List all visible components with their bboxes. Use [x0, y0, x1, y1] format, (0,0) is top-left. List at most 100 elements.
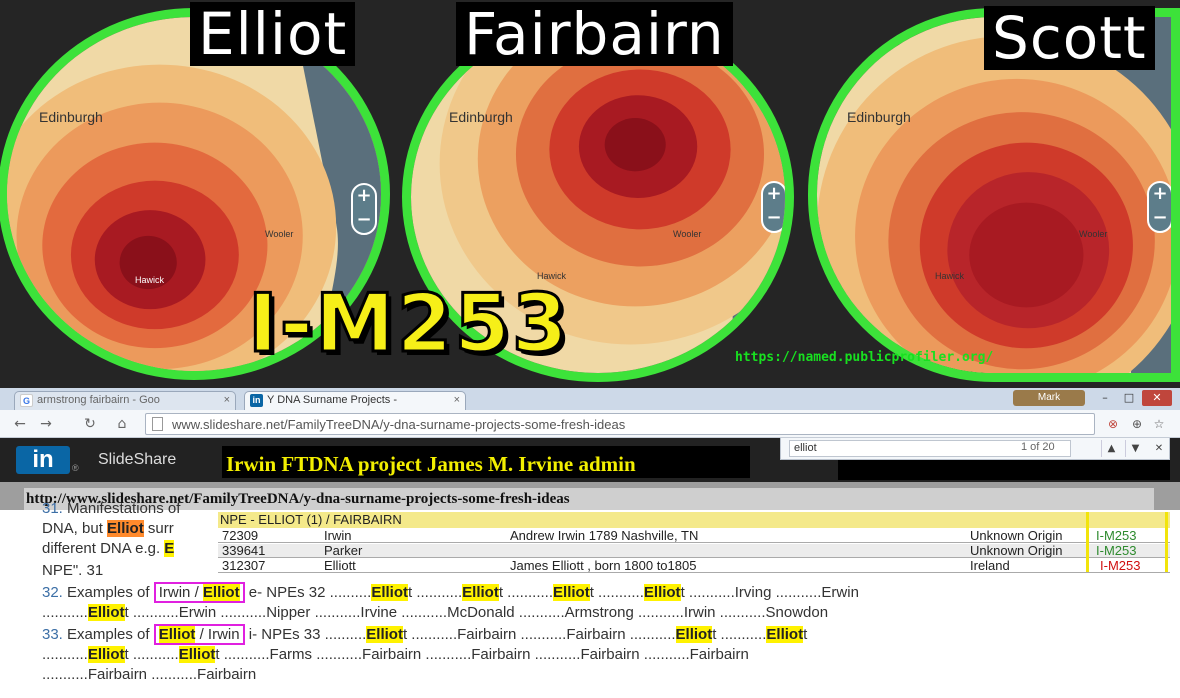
city-label-wooler: Wooler	[1079, 229, 1108, 239]
tab-slideshare[interactable]: in Y DNA Surname Projects - ×	[244, 391, 466, 410]
find-match: Elliot	[766, 626, 804, 643]
star-icon[interactable]: ☆	[1150, 415, 1168, 433]
slide-transcript: 31. Manifestations of DNA, but Elliot su…	[0, 500, 1180, 698]
surname-pair-box: Irwin / Elliot	[153, 582, 245, 603]
zoom-in-button[interactable]: +	[353, 185, 375, 209]
map-title-scott: Scott	[984, 6, 1155, 70]
origin: Unknown Origin	[970, 543, 1063, 558]
origin: Unknown Origin	[970, 528, 1063, 543]
extension-icon[interactable]: ⊗	[1104, 415, 1122, 433]
project-caption: Irwin FTDNA project James M. Irvine admi…	[222, 446, 750, 478]
table-row: 339641 Parker Unknown Origin I-M253	[218, 544, 1170, 558]
tab-bar: G armstrong fairbairn - Goo × in Y DNA S…	[0, 388, 1180, 410]
slide-33-line-2: ...........Elliott ...........Elliott ..…	[42, 646, 749, 663]
close-tab-icon[interactable]: ×	[454, 392, 460, 409]
address-bar-url: www.slideshare.net/FamilyTreeDNA/y-dna-s…	[172, 417, 626, 432]
registered-mark-icon: ®	[72, 463, 79, 473]
zoom-in-button[interactable]: +	[1149, 183, 1171, 207]
find-match: Elliot	[178, 646, 216, 663]
kit-number: 72309	[222, 528, 259, 543]
close-tab-icon[interactable]: ×	[224, 392, 230, 409]
find-previous-button[interactable]: ▲	[1101, 440, 1121, 457]
back-button[interactable]: ←	[10, 414, 30, 434]
surname: Parker	[324, 543, 363, 558]
npe-table-header: NPE - ELLIOT (1) / FAIRBAIRN	[218, 512, 1170, 528]
slide-31-line-3: different DNA e.g. E	[42, 540, 175, 557]
page-icon	[152, 417, 163, 431]
city-label-wooler: Wooler	[673, 229, 702, 239]
find-match: Elliot	[643, 584, 681, 601]
find-match: Elliot	[371, 584, 408, 601]
city-label-hawick: Hawick	[935, 271, 965, 281]
ancestor: James Elliott , born 1800 to1805	[510, 558, 697, 573]
maximize-button[interactable]: □	[1118, 390, 1140, 406]
kit-number: 339641	[222, 543, 266, 558]
profile-name: Mark	[1037, 392, 1061, 403]
address-bar[interactable]: www.slideshare.net/FamilyTreeDNA/y-dna-s…	[145, 413, 1095, 435]
linkedin-icon: in	[250, 394, 263, 407]
map-title-fairbairn: Fairbairn	[456, 2, 733, 66]
slide-31-line-1: 31. Manifestations of	[42, 500, 181, 517]
city-label-hawick: Hawick	[135, 275, 165, 285]
surname-map-collage: Edinburgh Wooler Hawick + − Elliot Edinb…	[0, 0, 1180, 388]
tab-google-search[interactable]: G armstrong fairbairn - Goo ×	[14, 391, 236, 410]
forward-button[interactable]: →	[36, 414, 56, 434]
zoom-control: + −	[761, 181, 785, 233]
slide-31-line-4: NPE". 31	[42, 562, 104, 579]
find-match: Elliot	[462, 584, 499, 601]
home-icon[interactable]: ⌂	[112, 414, 132, 434]
redaction-bar	[838, 460, 1170, 480]
slide-32-line-1: 32. Examples of Irwin / Elliot e- NPEs 3…	[42, 582, 859, 603]
find-match-count: 1 of 20	[1021, 441, 1055, 453]
city-label-wooler: Wooler	[265, 229, 294, 239]
map-title-elliot: Elliot	[190, 2, 356, 66]
city-label-edinburgh: Edinburgh	[39, 109, 103, 125]
kit-number: 312307	[222, 558, 266, 573]
zoom-out-button[interactable]: −	[763, 207, 785, 231]
zoom-control: + −	[351, 183, 377, 235]
surname: Elliott	[324, 558, 356, 573]
slide-number: 31.	[42, 500, 63, 517]
slide-number: 32.	[42, 584, 63, 601]
find-match: Elliot	[158, 626, 196, 643]
city-label-edinburgh: Edinburgh	[847, 109, 911, 125]
browser-window: G armstrong fairbairn - Goo × in Y DNA S…	[0, 388, 1180, 698]
find-match-current: Elliot	[107, 520, 144, 537]
close-window-button[interactable]: ✕	[1142, 390, 1172, 406]
zoom-out-button[interactable]: −	[1149, 207, 1171, 231]
tab-label: Y DNA Surname Projects -	[267, 394, 398, 406]
reload-button[interactable]: ↻	[80, 414, 100, 434]
linkedin-logo[interactable]: in	[16, 446, 70, 474]
find-match: E	[164, 540, 175, 557]
slide-number: 33.	[42, 626, 63, 643]
origin: Ireland	[970, 558, 1010, 573]
slideshare-page-url[interactable]: http://www.slideshare.net/FamilyTreeDNA/…	[24, 488, 1154, 510]
table-row: 312307 Elliott James Elliott , born 1800…	[218, 559, 1170, 573]
find-match: Elliot	[87, 646, 125, 663]
find-next-button[interactable]: ▼	[1125, 440, 1145, 457]
zoom-icon[interactable]: ⊕	[1128, 415, 1146, 433]
find-match: Elliot	[202, 584, 240, 601]
slide-31-line-2: DNA, but Elliot surr	[42, 520, 174, 537]
find-match: Elliot	[87, 604, 125, 621]
zoom-out-button[interactable]: −	[353, 209, 375, 233]
haplogroup-title: I-M253	[247, 277, 570, 370]
find-close-button[interactable]: ✕	[1149, 440, 1169, 457]
slide-32-line-2: ...........Elliott ...........Erwin ....…	[42, 604, 829, 621]
find-match: Elliot	[366, 626, 403, 643]
minimize-button[interactable]: –	[1094, 390, 1116, 406]
zoom-control: + −	[1147, 181, 1171, 233]
slide-33-line-3: ...........Fairbairn ...........Fairbair…	[42, 666, 257, 683]
ancestor: Andrew Irwin 1789 Nashville, TN	[510, 528, 699, 543]
find-match: Elliot	[553, 584, 590, 601]
source-url[interactable]: https://named.publicprofiler.org/	[735, 350, 993, 365]
surname-pair-box: Elliot / Irwin	[153, 624, 245, 645]
slideshare-brand[interactable]: SlideShare	[98, 451, 176, 469]
tab-label: armstrong fairbairn - Goo	[37, 394, 160, 406]
city-label-edinburgh: Edinburgh	[449, 109, 513, 125]
npe-table: NPE - ELLIOT (1) / FAIRBAIRN 72309 Irwin…	[218, 512, 1170, 573]
profile-button[interactable]: Mark	[1013, 390, 1085, 406]
navigation-bar: ← → ↻ ⌂ www.slideshare.net/FamilyTreeDNA…	[0, 410, 1180, 438]
surname: Irwin	[324, 528, 352, 543]
zoom-in-button[interactable]: +	[763, 183, 785, 207]
